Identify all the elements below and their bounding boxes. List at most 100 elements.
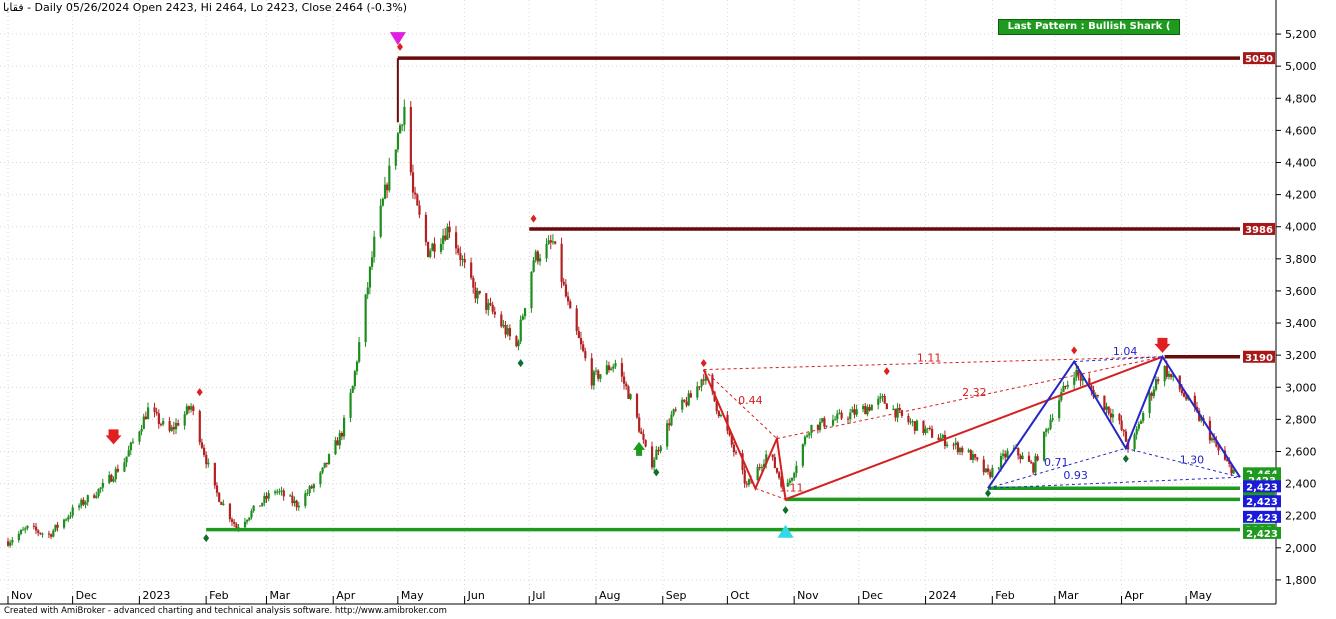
candle-body — [474, 287, 477, 299]
candle-body — [670, 414, 673, 426]
candle-body — [831, 419, 835, 426]
candle-body — [489, 303, 492, 305]
last-pattern-badge: Last Pattern : Bullish Shark ( BUY ) — [998, 19, 1180, 46]
candle-body — [838, 412, 841, 414]
candle-body — [1185, 396, 1188, 400]
candle-body — [564, 284, 568, 297]
candle-body — [295, 500, 298, 508]
bullish-pattern-ratio-label: 1.04 — [1113, 345, 1138, 358]
candle-body — [7, 541, 10, 546]
candle-body — [597, 370, 600, 379]
candle-body — [743, 469, 746, 484]
candle-body — [142, 416, 145, 430]
bullish-pattern-ratio-label: 0.71 — [1044, 456, 1069, 469]
candle-body — [635, 394, 639, 418]
candle-body — [235, 523, 238, 528]
candle-body — [610, 368, 613, 371]
candle-body — [1030, 461, 1033, 464]
candle-body — [463, 258, 466, 263]
candle-body — [666, 423, 669, 447]
candle-body — [849, 412, 852, 420]
candle-body — [248, 517, 251, 521]
candle-body — [177, 422, 180, 426]
price-labels: 2,46424232,4232,4232,4232,423 — [1243, 467, 1281, 540]
candle-body — [806, 435, 809, 437]
candle-body — [383, 184, 387, 199]
candle-body — [84, 502, 87, 505]
candle-body — [411, 172, 415, 193]
candle-body — [99, 487, 102, 489]
candle-body — [162, 420, 165, 425]
candle-body — [575, 308, 578, 331]
y-tick-label: 3,000 — [1285, 381, 1317, 394]
candle-body — [698, 386, 701, 388]
candle-body — [1027, 455, 1031, 462]
candle-body — [702, 379, 705, 381]
candle-body — [56, 524, 59, 528]
candle-body — [274, 491, 277, 494]
candle-body — [523, 308, 527, 317]
candle-body — [909, 421, 912, 423]
candle-body — [801, 444, 804, 466]
candle-body — [323, 462, 326, 468]
candle-body — [250, 510, 253, 518]
candle-body — [243, 521, 247, 528]
candle-body — [1157, 379, 1160, 382]
candle-body — [997, 467, 1000, 469]
candle-body — [674, 409, 677, 411]
chart-window: { "header": { "text": "فقابا - Daily 05/… — [0, 0, 1336, 619]
candle-body — [472, 277, 475, 288]
candle-body — [69, 515, 72, 517]
candle-body — [937, 437, 940, 440]
candle-body — [946, 444, 949, 447]
candle-body — [476, 290, 479, 299]
candle-body — [205, 454, 208, 465]
candle-body — [220, 501, 223, 505]
candle-body — [629, 394, 632, 399]
x-tick-label: Feb — [995, 589, 1014, 602]
candle-body — [506, 328, 509, 335]
candle-body — [172, 427, 176, 430]
candle-body — [793, 473, 796, 478]
candle-body — [259, 505, 262, 507]
candle-body — [651, 446, 654, 468]
candle-body — [129, 442, 132, 451]
candle-body — [19, 530, 23, 534]
candle-body — [123, 462, 126, 472]
y-tick-label: 2,400 — [1285, 478, 1317, 491]
candle-body — [388, 165, 391, 191]
candle-body — [931, 428, 934, 438]
y-tick-label: 3,600 — [1285, 285, 1317, 298]
y-tick-label: 3,200 — [1285, 349, 1317, 362]
candle-body — [418, 205, 421, 215]
candle-body — [358, 342, 361, 362]
y-tick-label: 5,000 — [1285, 60, 1317, 73]
candle-body — [883, 395, 886, 404]
candle-body — [659, 446, 662, 452]
x-tick-label: Feb — [209, 589, 228, 602]
candle-body — [982, 459, 985, 473]
bearish-pattern-ratio-label: 0.44 — [738, 394, 763, 407]
candle-body — [297, 505, 300, 508]
candle-body — [112, 479, 115, 482]
price-label: 2,423 — [1246, 482, 1278, 493]
candle-body — [640, 431, 643, 434]
candle-body — [379, 205, 382, 237]
candle-body — [1058, 400, 1061, 419]
candle-body — [478, 290, 481, 294]
x-tick-label: Apr — [336, 589, 356, 602]
candle-body — [595, 370, 598, 372]
candle-body — [192, 406, 195, 412]
candle-body — [371, 257, 374, 267]
candle-body — [760, 467, 764, 469]
candle-body — [836, 413, 839, 420]
candle-body — [265, 495, 268, 499]
candle-body — [1163, 365, 1166, 382]
candle-body — [138, 431, 141, 442]
candle-body — [461, 258, 464, 260]
candle-body — [416, 194, 419, 206]
candle-body — [928, 427, 932, 429]
candle-body — [502, 324, 505, 327]
candle-body — [956, 442, 960, 453]
candle-body — [366, 287, 369, 295]
